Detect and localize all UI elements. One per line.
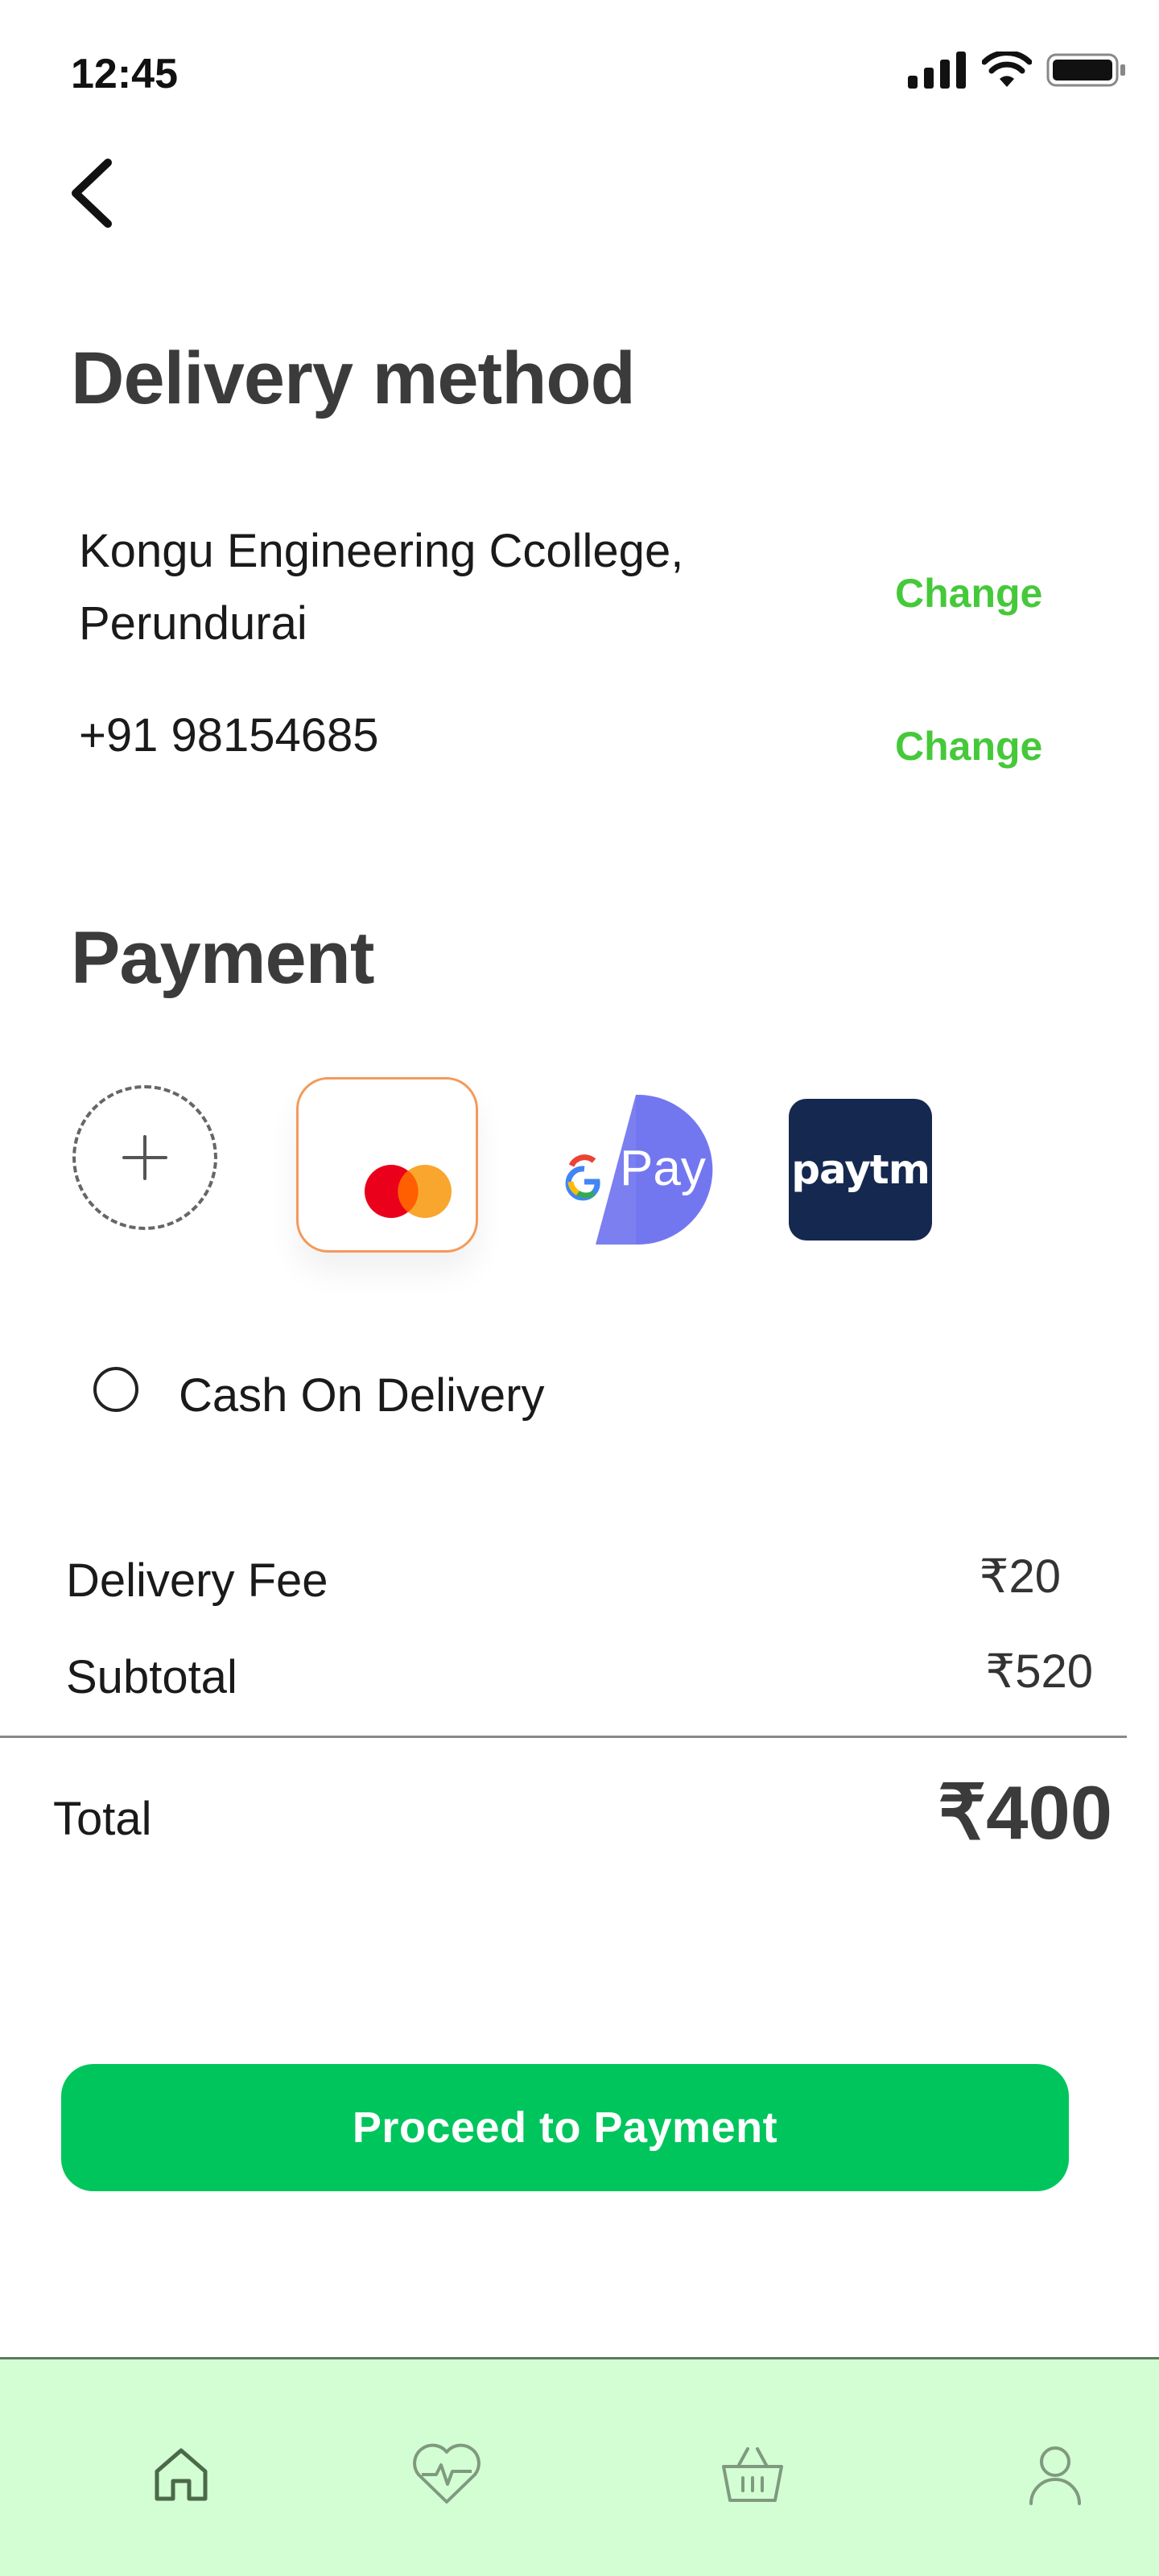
change-phone-link[interactable]: Change [895,723,1042,770]
payment-title: Payment [71,917,374,999]
nav-home[interactable] [145,2438,217,2511]
delivery-title: Delivery method [71,337,636,419]
back-button[interactable] [61,153,134,233]
change-address-link[interactable]: Change [895,570,1042,617]
nav-profile[interactable] [1019,2438,1091,2511]
proceed-label: Proceed to Payment [352,2103,778,2152]
nav-basket[interactable] [716,2438,789,2511]
nav-health[interactable] [410,2438,483,2511]
status-time: 12:45 [71,51,178,97]
paytm-option[interactable]: paytm [789,1099,932,1241]
cod-label: Cash On Delivery [179,1369,545,1422]
summary-divider [0,1736,1127,1738]
gpay-label: Pay [620,1141,706,1196]
subtotal-label: Subtotal [66,1651,237,1703]
subtotal-value: ₹520 [985,1645,1093,1698]
total-label: Total [53,1793,152,1845]
signal-icon [908,52,966,89]
gpay-icon: Pay [565,1094,713,1245]
proceed-to-payment-button[interactable]: Proceed to Payment [61,2064,1069,2191]
home-icon [155,2448,208,2501]
address-line-1: Kongu Engineering Ccollege, [79,525,684,577]
profile-icon [1029,2446,1081,2505]
wifi-icon [982,52,1032,87]
status-icons [908,52,1127,89]
bottom-nav [0,2357,1159,2576]
mastercard-icon [365,1165,452,1218]
total-value: ₹400 [938,1770,1112,1855]
delivery-address: Kongu Engineering Ccollege, Perundurai [79,515,803,660]
chevron-left-icon [72,159,112,228]
health-icon [413,2443,481,2504]
delivery-fee-value: ₹20 [979,1550,1061,1603]
gpay-option[interactable]: Pay [555,1094,716,1248]
cod-radio[interactable] [93,1367,138,1412]
battery-icon [1046,53,1125,87]
phone-number: +91 98154685 [79,709,379,762]
delivery-fee-label: Delivery Fee [66,1554,328,1607]
paytm-icon: paytm [791,1146,930,1193]
add-icon [122,1135,167,1180]
address-line-2: Perundurai [79,597,307,650]
mastercard-option[interactable] [296,1077,478,1253]
add-payment-button[interactable] [72,1085,217,1230]
basket-icon [722,2447,783,2502]
